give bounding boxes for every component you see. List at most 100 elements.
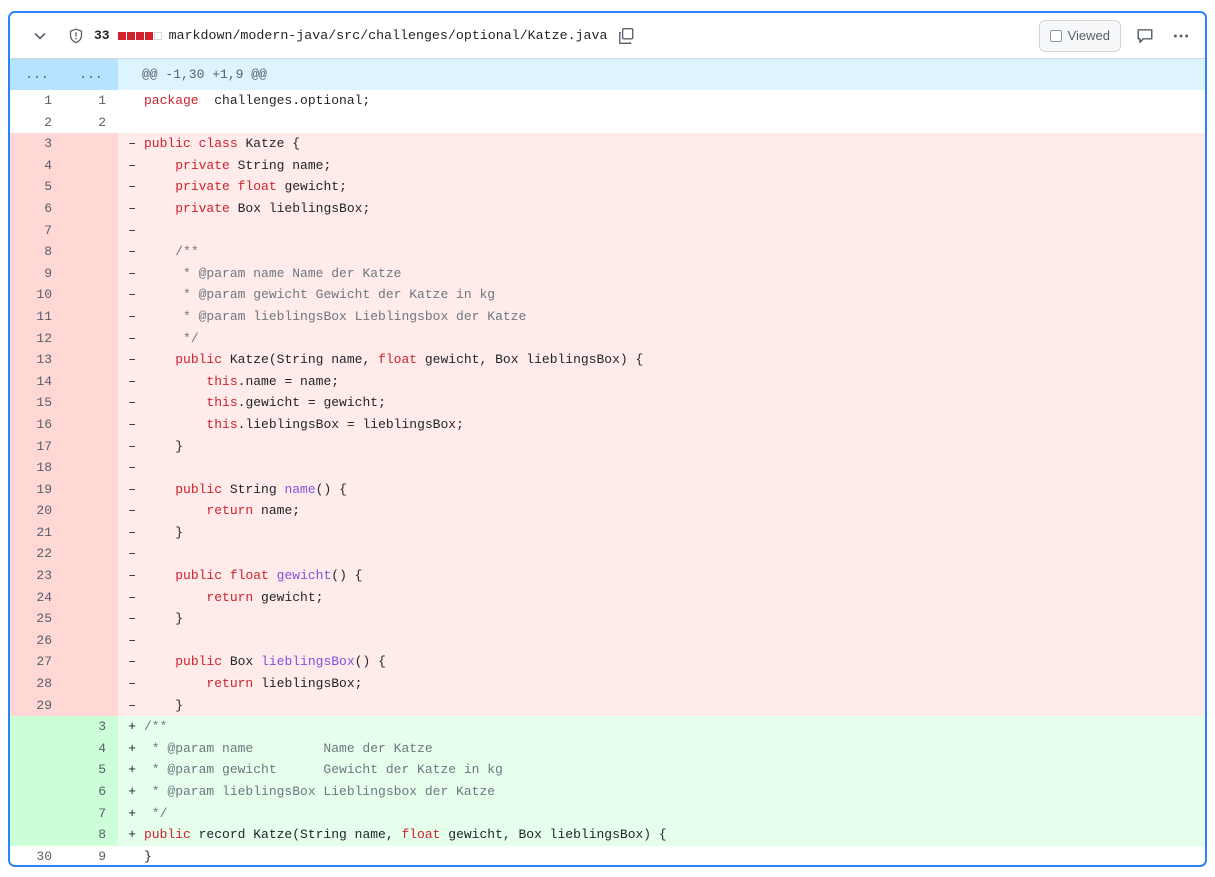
old-line-number[interactable]	[10, 759, 64, 781]
code-text: this.lieblingsBox = lieblingsBox;	[142, 413, 1205, 436]
old-line-number[interactable]: 24	[10, 586, 64, 609]
new-line-number[interactable]: 7	[64, 802, 118, 825]
new-line-number[interactable]	[64, 392, 118, 414]
new-line-number[interactable]	[64, 478, 118, 501]
new-line-number[interactable]	[64, 435, 118, 458]
old-line-number[interactable]: 23	[10, 565, 64, 587]
new-line-number[interactable]	[64, 521, 118, 544]
old-line-number[interactable]: 1	[10, 90, 64, 112]
diff-sign: –	[118, 543, 142, 566]
old-line-number[interactable]: 9	[10, 262, 64, 285]
new-line-number[interactable]	[64, 133, 118, 155]
old-line-number[interactable]	[10, 737, 64, 760]
code-text: public float gewicht() {	[142, 565, 1205, 587]
old-line-number[interactable]: 15	[10, 392, 64, 414]
file-path[interactable]: markdown/modern-java/src/challenges/opti…	[169, 28, 608, 43]
new-line-number[interactable]	[64, 651, 118, 674]
old-line-number[interactable]: 22	[10, 543, 64, 566]
new-line-number[interactable]	[64, 284, 118, 306]
shield-icon[interactable]	[66, 26, 86, 46]
code-token: .gewicht = gewicht;	[237, 395, 386, 411]
new-line-number[interactable]: 1	[64, 90, 118, 112]
new-line-number[interactable]	[64, 197, 118, 220]
diff-sign: –	[118, 608, 142, 630]
kebab-menu-icon[interactable]	[1167, 22, 1195, 50]
new-line-number[interactable]	[64, 176, 118, 198]
new-line-number[interactable]	[64, 241, 118, 263]
hunk-range: @@ -1,30 +1,9 @@	[142, 67, 267, 82]
old-line-number[interactable]: 28	[10, 673, 64, 695]
old-line-number[interactable]: 11	[10, 305, 64, 328]
old-line-number[interactable]: 27	[10, 651, 64, 674]
new-line-number[interactable]	[64, 305, 118, 328]
copy-icon[interactable]	[615, 25, 637, 47]
code-token: * @param lieblingsBox Lieblingsbox der K…	[144, 784, 496, 799]
old-line-number[interactable]: 29	[10, 694, 64, 717]
expand-up-button[interactable]: ...	[10, 59, 64, 90]
new-line-number[interactable]: 6	[64, 781, 118, 803]
old-line-number[interactable]: 7	[10, 219, 64, 242]
new-line-number[interactable]	[64, 370, 118, 393]
old-line-number[interactable]: 2	[10, 111, 64, 134]
chevron-down-icon[interactable]	[30, 26, 50, 46]
old-line-number[interactable]: 16	[10, 413, 64, 436]
old-line-number[interactable]: 10	[10, 284, 64, 306]
new-line-number[interactable]	[64, 543, 118, 566]
new-line-number[interactable]	[64, 694, 118, 717]
old-line-number[interactable]	[10, 802, 64, 825]
old-line-number[interactable]: 4	[10, 154, 64, 177]
old-line-number[interactable]	[10, 824, 64, 846]
new-line-number[interactable]	[64, 565, 118, 587]
new-line-number[interactable]	[64, 327, 118, 350]
new-line-number[interactable]	[64, 608, 118, 630]
old-line-number[interactable]: 5	[10, 176, 64, 198]
old-line-number[interactable]: 21	[10, 521, 64, 544]
old-line-number[interactable]	[10, 716, 64, 738]
old-line-number[interactable]: 6	[10, 197, 64, 220]
old-line-number[interactable]: 3	[10, 133, 64, 155]
old-line-number[interactable]: 26	[10, 629, 64, 652]
old-line-number[interactable]: 25	[10, 608, 64, 630]
new-line-number[interactable]	[64, 457, 118, 479]
old-line-number[interactable]: 12	[10, 327, 64, 350]
new-line-number[interactable]	[64, 673, 118, 695]
checkbox-icon[interactable]	[1049, 29, 1062, 42]
code-text: return gewicht;	[142, 586, 1205, 609]
old-line-number[interactable]: 20	[10, 500, 64, 522]
code-token: public	[175, 352, 223, 368]
new-line-number[interactable]	[64, 586, 118, 609]
comment-icon[interactable]	[1131, 22, 1159, 50]
code-text	[142, 543, 1205, 566]
expand-down-button[interactable]: ...	[64, 59, 118, 90]
code-token: Box lieblingsBox;	[229, 200, 371, 216]
old-line-number[interactable]: 18	[10, 457, 64, 479]
code-token: public	[175, 481, 223, 497]
new-line-number[interactable]: 5	[64, 759, 118, 781]
old-line-number[interactable]: 13	[10, 349, 64, 371]
old-line-number[interactable]: 14	[10, 370, 64, 393]
new-line-number[interactable]: 2	[64, 111, 118, 134]
diff-sign: –	[118, 154, 142, 177]
code-token: this	[206, 373, 238, 389]
new-line-number[interactable]	[64, 219, 118, 242]
new-line-number[interactable]	[64, 262, 118, 285]
new-line-number[interactable]	[64, 500, 118, 522]
new-line-number[interactable]	[64, 154, 118, 177]
new-line-number[interactable]: 9	[64, 845, 118, 865]
new-line-number[interactable]: 8	[64, 824, 118, 846]
old-line-number[interactable]: 17	[10, 435, 64, 458]
code-token: package	[144, 93, 199, 108]
new-line-number[interactable]	[64, 413, 118, 436]
new-line-number[interactable]	[64, 629, 118, 652]
new-line-number[interactable]: 4	[64, 737, 118, 760]
old-line-number[interactable]: 8	[10, 241, 64, 263]
new-line-number[interactable]: 3	[64, 716, 118, 738]
new-line-number[interactable]	[64, 349, 118, 371]
viewed-checkbox-button[interactable]: Viewed	[1038, 19, 1121, 52]
old-line-number[interactable]	[10, 781, 64, 803]
old-line-number[interactable]: 19	[10, 478, 64, 501]
old-line-number[interactable]: 30	[10, 845, 64, 865]
